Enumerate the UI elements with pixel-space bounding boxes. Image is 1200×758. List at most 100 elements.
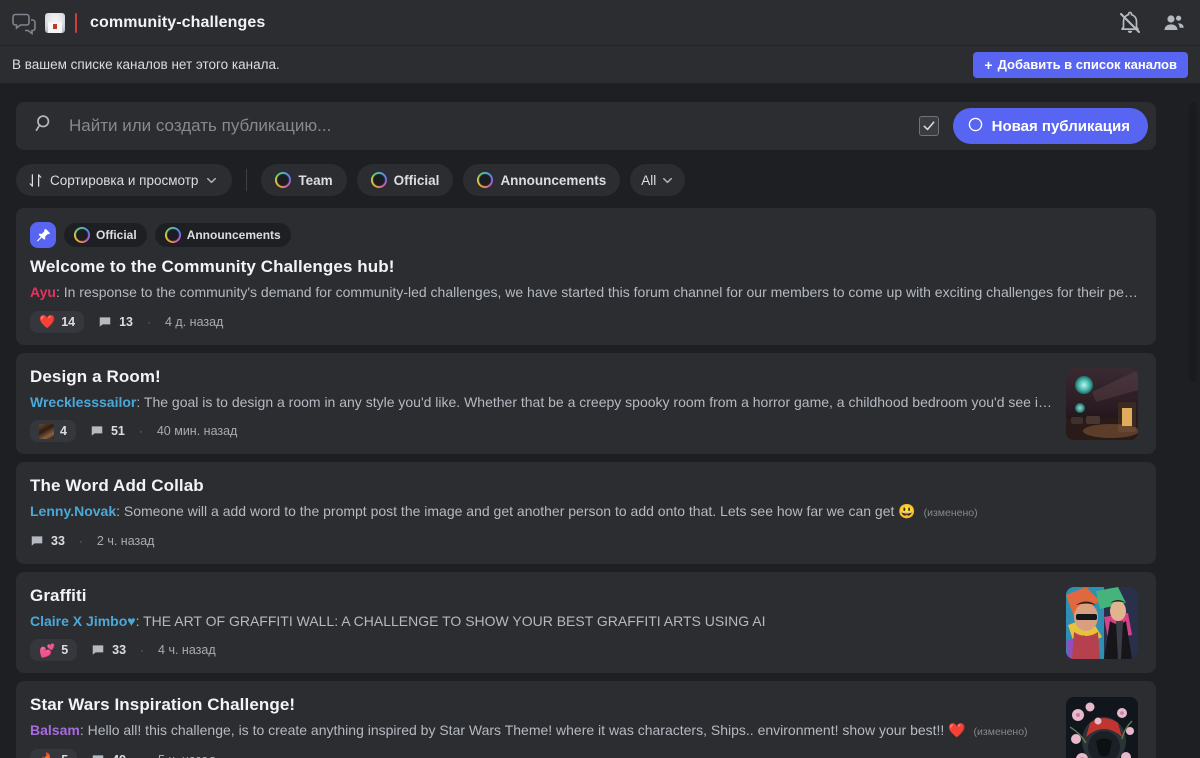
tag-filter-label: Announcements (500, 172, 607, 188)
post-card[interactable]: Official Announcements Welcome to the Co… (16, 208, 1156, 345)
post-meta: 4 51 · 40 мин. назад (30, 420, 1052, 442)
reaction-count: 14 (61, 314, 76, 329)
sort-and-view-label: Сортировка и просмотр (50, 172, 199, 188)
post-author: Balsam (30, 722, 80, 738)
post-title: The Word Add Collab (30, 476, 204, 495)
comment-icon (31, 535, 43, 546)
chevron-down-icon (207, 177, 217, 183)
channel-header-actions (1118, 11, 1186, 35)
channel-header-left: community-challenges (12, 11, 265, 35)
meta-dot: · (140, 643, 145, 657)
post-title: Welcome to the Community Challenges hub! (30, 257, 395, 276)
post-content: Design a Room! Wrecklesssailor: The goal… (30, 367, 1052, 442)
post-meta: 💕 5 33 · 4 ч. назад (30, 639, 1052, 661)
sort-and-view-button[interactable]: Сортировка и просмотр (16, 164, 233, 196)
custom-tag-emoji (477, 172, 494, 188)
post-author: Claire X Jimbo♥ (30, 612, 136, 629)
post-thumbnail[interactable] (1066, 696, 1138, 758)
add-to-channel-list-button[interactable]: + Добавить в список каналов (973, 51, 1188, 78)
reaction-count: 4 (60, 424, 67, 438)
post-thumbnail[interactable] (1066, 587, 1138, 660)
post-timestamp: 4 д. назад (165, 314, 224, 329)
post-preview-text: Hello all! this challenge, is to create … (87, 722, 945, 738)
comment-count-value: 33 (112, 643, 127, 657)
comment-count: 49 (91, 753, 126, 758)
post-tag-label: Announcements (186, 228, 281, 242)
comment-count-value: 49 (112, 753, 126, 758)
comment-icon (92, 645, 104, 655)
search-input[interactable] (55, 116, 919, 136)
post-timestamp: 2 ч. назад (96, 533, 155, 548)
all-filter-label: All (641, 172, 657, 188)
shirt-emoji (45, 12, 65, 33)
vertical-scrollbar[interactable] (1189, 102, 1197, 382)
tag-filter-all-dropdown[interactable]: All (630, 164, 686, 196)
tag-filter-label: Official (393, 172, 440, 188)
custom-tag-emoji (275, 172, 292, 188)
two-hearts-emoji: 💕 (39, 642, 56, 658)
post-list: Official Announcements Welcome to the Co… (16, 208, 1184, 758)
reaction-chip[interactable]: 4 (30, 420, 76, 442)
tag-filter-official[interactable]: Official (356, 164, 454, 196)
search-bar[interactable]: Новая публикация (16, 102, 1156, 150)
post-card[interactable]: The Word Add Collab Lenny.Novak: Someone… (16, 462, 1156, 564)
post-author: Wrecklesssailor (30, 393, 137, 410)
post-preview: Wrecklesssailor: The goal is to design a… (30, 394, 1052, 412)
chevron-down-icon (663, 177, 673, 183)
post-preview: Lenny.Novak: Someone will a add word to … (30, 503, 1138, 521)
post-thumbnail[interactable] (1066, 368, 1138, 441)
post-title: Star Wars Inspiration Challenge! (30, 695, 296, 714)
post-title: Graffiti (30, 585, 87, 605)
bell-muted-icon[interactable] (1118, 11, 1142, 35)
post-author-colon: : (136, 393, 144, 410)
post-preview-text: THE ART OF GRAFFITI WALL: A CHALLENGE TO… (143, 612, 766, 629)
comment-count: 33 (30, 534, 65, 548)
header-divider (75, 12, 77, 33)
post-card[interactable]: Graffiti Claire X Jimbo♥: THE ART OF GRA… (16, 571, 1156, 673)
custom-tag-emoji (370, 172, 387, 188)
post-preview-text: Someone will a add word to the prompt po… (123, 503, 895, 519)
post-card[interactable]: Star Wars Inspiration Challenge! Balsam:… (16, 681, 1156, 758)
comment-icon (99, 316, 111, 327)
post-content: The Word Add Collab Lenny.Novak: Someone… (30, 476, 1138, 552)
post-author-colon: : (116, 503, 124, 519)
post-card[interactable]: Design a Room! Wrecklesssailor: The goal… (16, 352, 1156, 454)
new-post-button[interactable]: Новая публикация (952, 108, 1148, 144)
post-preview-text: In response to the community's demand fo… (63, 284, 1138, 300)
post-preview: Claire X Jimbo♥: THE ART OF GRAFFITI WAL… (30, 613, 1052, 631)
compose-icon (967, 116, 984, 137)
reaction-count: 5 (61, 643, 69, 657)
post-content: Star Wars Inspiration Challenge! Balsam:… (30, 695, 1052, 758)
post-timestamp: 5 ч. назад (158, 753, 216, 758)
filter-divider (246, 169, 248, 191)
comment-icon (91, 426, 103, 436)
reaction-chip[interactable]: 💕 5 (30, 639, 78, 661)
comment-count: 33 (91, 643, 126, 657)
post-author-colon: : (55, 284, 64, 300)
add-to-channel-list-label: Добавить в список каналов (997, 57, 1177, 72)
reaction-chip[interactable]: ❤️ 14 (30, 310, 85, 333)
post-author: Lenny.Novak (30, 503, 117, 519)
post-author-colon: : (135, 612, 144, 629)
new-post-label: Новая публикация (991, 117, 1130, 135)
mark-as-read-icon[interactable] (918, 116, 939, 136)
notice-text: В вашем списке каналов нет этого канала. (12, 57, 280, 72)
tag-filter-announcements[interactable]: Announcements (463, 164, 621, 196)
reaction-chip[interactable]: 🔥 5 (30, 748, 78, 758)
post-timestamp: 4 ч. назад (158, 643, 216, 657)
red-heart-emoji: ❤️ (39, 314, 56, 329)
comment-count-value: 33 (51, 533, 65, 548)
members-icon[interactable] (1162, 11, 1186, 35)
post-author: Ayu (30, 284, 56, 300)
post-author-colon: : (79, 722, 88, 738)
tag-filter-team[interactable]: Team (261, 164, 347, 196)
custom-face-emoji (39, 423, 54, 439)
reaction-count: 5 (61, 753, 68, 758)
channel-name: community-challenges (90, 13, 266, 31)
fire-emoji: 🔥 (39, 753, 55, 758)
filter-bar: Сортировка и просмотр Team Official Anno… (16, 164, 1184, 196)
post-preview-text: The goal is to design a room in any styl… (143, 393, 1052, 410)
post-content: Official Announcements Welcome to the Co… (30, 222, 1138, 333)
edited-label: (изменено) (923, 507, 978, 519)
forum-channel-icon (12, 11, 36, 35)
